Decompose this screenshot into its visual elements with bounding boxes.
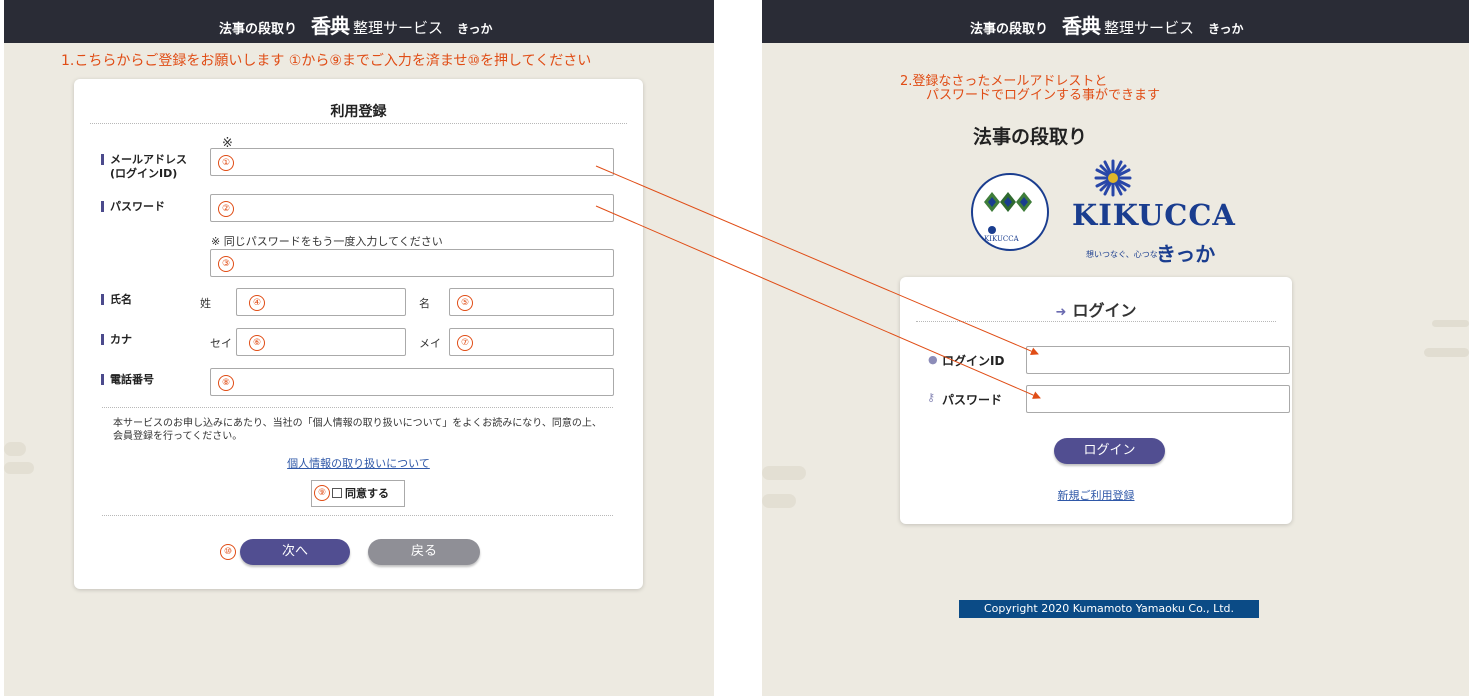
mei-kana-label: メイ <box>419 337 441 350</box>
first-name-field[interactable] <box>449 288 614 316</box>
background-cloud <box>4 442 26 456</box>
header-site-name: 法事の段取り <box>219 22 298 37</box>
login-button[interactable]: ログイン <box>1054 438 1165 464</box>
flower-icon <box>1094 159 1132 197</box>
copyright-text: Copyright 2020 Kumamoto Yamaoku Co., Ltd… <box>983 602 1235 615</box>
header-koden: 香典 <box>311 14 350 38</box>
phone-label: 電話番号 <box>101 373 154 387</box>
marker-2: ② <box>218 201 234 217</box>
bottom-divider <box>102 515 613 516</box>
privacy-policy-link[interactable]: 個人情報の取り扱いについて <box>74 455 643 471</box>
site-header: 法事の段取り 香典 整理サービス きっか <box>762 0 1469 43</box>
email-label-text: メールアドレス <box>110 153 187 166</box>
privacy-text: 本サービスのお申し込みにあたり、当社の「個人情報の取り扱いについて」をよくお読み… <box>113 418 602 442</box>
login-id-label: ログインID <box>942 354 1005 368</box>
login-instruction-line1: 2.登録なさったメールアドレストと <box>900 74 1108 89</box>
email-label-login-id: (ログインID) <box>110 167 178 180</box>
marker-5: ⑤ <box>457 295 473 311</box>
password-label: パスワード <box>942 393 1003 407</box>
logo-small-text: KIKUCCA <box>984 235 1019 243</box>
password-input[interactable] <box>1026 385 1290 413</box>
marker-10: ⑩ <box>220 544 236 560</box>
signin-icon: ➜ <box>1055 305 1067 320</box>
sei-kana-label: セイ <box>210 337 232 350</box>
email-field[interactable] <box>210 148 614 176</box>
registration-form-card: 利用登録 ※ メールアドレス (ログインID) ① パスワード ② ※ 同じパス… <box>74 79 643 589</box>
logo-emblem-icon <box>970 164 1049 260</box>
marker-7: ⑦ <box>457 335 473 351</box>
password-confirm-note: ※ 同じパスワードをもう一度入力してください <box>211 235 443 248</box>
form-title: 利用登録 <box>330 104 387 120</box>
login-card: ➜ ログイン ● ログインID ⚷ パスワード ログイン 新規ご利用登録 <box>900 277 1292 524</box>
kikucca-logo: KIKUCCA KIKUCCA 想いつなぐ、心つなぐ きっか <box>970 158 1260 268</box>
header-service-name: 整理サービス <box>1104 19 1195 37</box>
next-button[interactable]: 次へ <box>240 539 350 565</box>
logo-wordmark: KIKUCCA <box>1072 198 1236 232</box>
site-header: 法事の段取り 香典 整理サービス きっか <box>4 0 714 43</box>
background-cloud <box>762 494 796 508</box>
login-screenshot: 法事の段取り 香典 整理サービス きっか 2.登録なさったメールアドレストと パ… <box>762 0 1469 696</box>
kana-label: カナ <box>101 333 132 347</box>
registration-instruction: 1.こちらからご登録をお願いします ①から⑨までご入力を済ませ⑩を押してください <box>61 53 592 69</box>
logo-tagline: 想いつなぐ、心つなぐ <box>1086 250 1166 259</box>
background-cloud <box>4 462 34 474</box>
login-instruction-line2: パスワードでログインする事ができます <box>926 88 1161 103</box>
email-label: メールアドレス (ログインID) <box>101 153 187 181</box>
marker-3: ③ <box>218 256 234 272</box>
marker-1: ① <box>218 155 234 171</box>
logo-kicca: きっか <box>1156 242 1216 266</box>
header-kicca: きっか <box>1208 22 1244 36</box>
first-name-kana-field[interactable] <box>449 328 614 356</box>
background-cloud <box>1432 320 1469 327</box>
password-field[interactable] <box>210 194 614 222</box>
new-registration-link[interactable]: 新規ご利用登録 <box>900 487 1292 503</box>
header-site-name: 法事の段取り <box>970 22 1049 37</box>
password-confirm-field[interactable] <box>210 249 614 277</box>
login-title: ログイン <box>1072 301 1137 320</box>
copyright-bar: Copyright 2020 Kumamoto Yamaoku Co., Ltd… <box>959 600 1259 618</box>
checkbox-icon[interactable] <box>332 488 342 498</box>
phone-field[interactable] <box>210 368 614 396</box>
password-label: パスワード <box>101 200 165 214</box>
agree-label: 同意する <box>345 487 389 500</box>
marker-8: ⑧ <box>218 375 234 391</box>
marker-6: ⑥ <box>249 335 265 351</box>
login-divider <box>916 321 1276 322</box>
login-id-input[interactable] <box>1026 346 1290 374</box>
login-heading: ➜ ログイン <box>900 297 1292 321</box>
marker-4: ④ <box>249 295 265 311</box>
user-icon: ● <box>928 353 938 366</box>
header-kicca: きっか <box>457 22 493 36</box>
mei-label: 名 <box>419 297 430 310</box>
header-service-name: 整理サービス <box>353 19 444 37</box>
background-cloud <box>1424 348 1469 357</box>
fields-divider <box>102 407 613 408</box>
header-koden: 香典 <box>1062 14 1101 38</box>
name-label: 氏名 <box>101 293 132 307</box>
title-divider <box>90 123 627 124</box>
key-icon: ⚷ <box>927 391 936 404</box>
marker-9: ⑨ <box>314 485 330 501</box>
registration-screenshot: 法事の段取り 香典 整理サービス きっか 1.こちらからご登録をお願いします ①… <box>4 0 714 696</box>
sei-label: 姓 <box>200 297 211 310</box>
back-button[interactable]: 戻る <box>368 539 480 565</box>
background-cloud <box>762 466 806 480</box>
site-title: 法事の段取り <box>973 126 1088 148</box>
